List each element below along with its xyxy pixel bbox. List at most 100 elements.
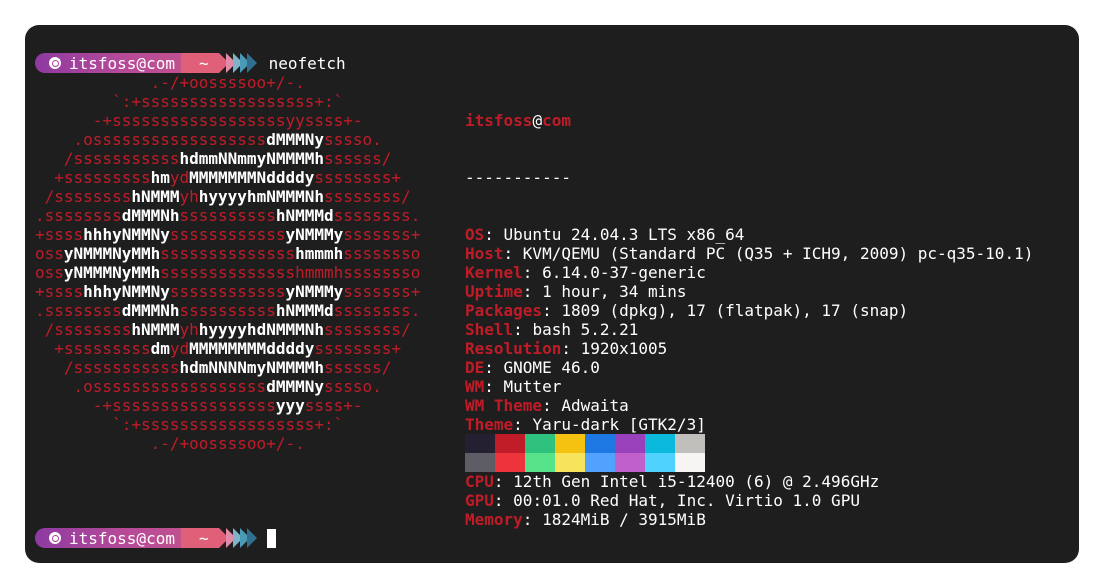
chevron-icon	[246, 528, 257, 548]
logo-segment: dMMMNy	[266, 130, 324, 149]
info-value: Mutter	[503, 377, 562, 396]
logo-segment: ssssssss.	[333, 301, 421, 320]
logo-segment: .ssssssss	[35, 206, 122, 225]
info-row: Memory: 1824MiB / 3915MiB	[465, 510, 706, 529]
text-cursor[interactable]	[266, 528, 276, 548]
logo-segment: ssssssss/	[324, 320, 411, 339]
logo-segment: ssssssss.	[333, 206, 421, 225]
info-value: bash 5.2.21	[532, 320, 639, 339]
logo-line: `:+ssssssssssssssssss+:`	[35, 415, 420, 434]
terminal-window[interactable]: itsfoss@com ~ neofetch .-/+oossssoo+/-. …	[25, 25, 1079, 563]
logo-line: `:+ssssssssssssssssss+:`	[35, 92, 420, 111]
palette-swatch	[645, 434, 675, 453]
prompt-line-2: itsfoss@com ~	[35, 528, 276, 548]
logo-segment: -+ssssssssssssssssssyyssss+-	[35, 111, 363, 130]
info-label: DE	[465, 358, 485, 377]
ubuntu-ascii-logo: .-/+oossssoo+/-. `:+ssssssssssssssssss+:…	[35, 73, 420, 453]
ubuntu-icon	[49, 532, 61, 544]
prompt-dir: ~	[198, 528, 209, 548]
logo-segment: `:+ssssssssssssssssss+:`	[35, 92, 344, 111]
logo-segment: yNMMMNyMMh	[63, 263, 161, 282]
logo-segment: yNMMMy	[285, 225, 344, 244]
logo-line: .ssssssssdMMMNhsssssssssshNMMMdssssssss.	[35, 206, 420, 225]
palette-swatch	[585, 434, 615, 453]
palette-swatch	[615, 434, 645, 453]
ubuntu-icon	[49, 57, 61, 69]
info-value: Ubuntu 24.04.3 LTS x86_64	[503, 225, 745, 244]
logo-segment: ssssssssss	[179, 301, 276, 320]
prompt-dir-segment: ~	[180, 528, 219, 548]
info-at: @	[532, 111, 543, 130]
logo-segment: yd	[169, 168, 190, 187]
palette-swatch	[675, 434, 705, 453]
logo-line: -+sssssssssssssssssyyyssss+-	[35, 396, 420, 415]
logo-segment: hmmmh	[295, 244, 344, 263]
info-value: 1824MiB / 3915MiB	[542, 510, 706, 529]
logo-segment: oss	[35, 244, 64, 263]
logo-segment: hdmmNNmmyNMMMMh	[179, 149, 325, 168]
logo-segment: hNMMMd	[275, 206, 334, 225]
logo-segment: +ssss	[35, 225, 84, 244]
info-label: Resolution	[465, 339, 562, 358]
logo-segment: dMMMNy	[266, 377, 324, 396]
logo-segment: .ossssssssssssssssss	[35, 130, 267, 149]
logo-segment: .-/+oossssoo+/-.	[35, 434, 305, 453]
logo-segment: hNMMMd	[275, 301, 334, 320]
logo-line: .-/+oossssoo+/-.	[35, 434, 420, 453]
palette-swatch	[555, 434, 585, 453]
logo-segment: hm	[150, 168, 170, 187]
info-label: CPU	[465, 472, 494, 491]
logo-segment: dm	[150, 339, 170, 358]
logo-segment: +ssss	[35, 282, 84, 301]
info-row: Resolution: 1920x1005	[465, 339, 668, 358]
logo-line: ossyNMMMNyMMhsssssssssssssshmmmhssssssso	[35, 263, 420, 282]
logo-segment: .ossssssssssssssssss	[35, 377, 267, 396]
info-title: itsfoss@com	[465, 111, 1033, 130]
logo-segment: +sssssssss	[35, 339, 151, 358]
logo-segment: sssso.	[323, 130, 382, 149]
info-row: GPU: 00:01.0 Red Hat, Inc. Virtio 1.0 GP…	[465, 491, 860, 510]
logo-line: +ssssssssshmydMMMMMMMNddddyssssssss+	[35, 168, 420, 187]
logo-segment: sssso.	[323, 377, 382, 396]
logo-segment: hNMMM	[131, 187, 180, 206]
logo-segment: dMMMNh	[121, 301, 180, 320]
logo-segment: hNMMM	[131, 320, 180, 339]
info-value: KVM/QEMU (Standard PC (Q35 + ICH9, 2009)…	[522, 244, 1034, 263]
info-row: OS: Ubuntu 24.04.3 LTS x86_64	[465, 225, 745, 244]
info-row: Kernel: 6.14.0-37-generic	[465, 263, 706, 282]
logo-segment: hhhyNMMNy	[83, 225, 170, 244]
info-label: Packages	[465, 301, 543, 320]
logo-segment: ssssssso	[343, 244, 421, 263]
logo-line: ossyNMMMNyMMhsssssssssssssshmmmhssssssso	[35, 244, 420, 263]
logo-segment: sssssssssssssshmmmhssssssso	[160, 263, 421, 282]
info-row: Shell: bash 5.2.21	[465, 320, 639, 339]
logo-segment: hyyyyhdNMMMNh	[198, 320, 324, 339]
logo-segment: yNMMMNyMMh	[63, 244, 161, 263]
logo-segment: yh	[179, 187, 199, 206]
logo-segment: sssssss+	[343, 282, 421, 301]
logo-segment: ssssssss/	[324, 187, 411, 206]
info-separator: -----------	[465, 168, 571, 187]
logo-segment: MMMMMMMNddddy	[189, 168, 315, 187]
info-row: Uptime: 1 hour, 34 mins	[465, 282, 687, 301]
prompt-dir: ~	[198, 53, 209, 73]
logo-segment: ssssssssssssss	[160, 244, 296, 263]
logo-line: -+ssssssssssssssssssyyssss+-	[35, 111, 420, 130]
info-value: 1920x1005	[580, 339, 668, 358]
logo-line: +sssshhhyNMMNyssssssssssssyNMMMysssssss+	[35, 282, 420, 301]
palette-swatch	[525, 453, 555, 472]
info-row: CPU: 12th Gen Intel i5-12400 (6) @ 2.496…	[465, 472, 880, 491]
logo-segment: yd	[169, 339, 190, 358]
palette-swatch	[645, 453, 675, 472]
palette-swatch	[675, 453, 705, 472]
prompt-user-host: itsfoss@com	[69, 53, 175, 73]
info-label: Kernel	[465, 263, 523, 282]
palette-swatch	[495, 453, 525, 472]
info-value: 00:01.0 Red Hat, Inc. Virtio 1.0 GPU	[513, 491, 860, 510]
logo-segment: sssssss+	[343, 225, 421, 244]
info-row: Packages: 1809 (dpkg), 17 (flatpak), 17 …	[465, 301, 909, 320]
logo-segment: .ssssssss	[35, 301, 122, 320]
logo-segment: yh	[179, 320, 199, 339]
info-label: WM Theme	[465, 396, 543, 415]
logo-segment: ssssssssss	[179, 206, 276, 225]
